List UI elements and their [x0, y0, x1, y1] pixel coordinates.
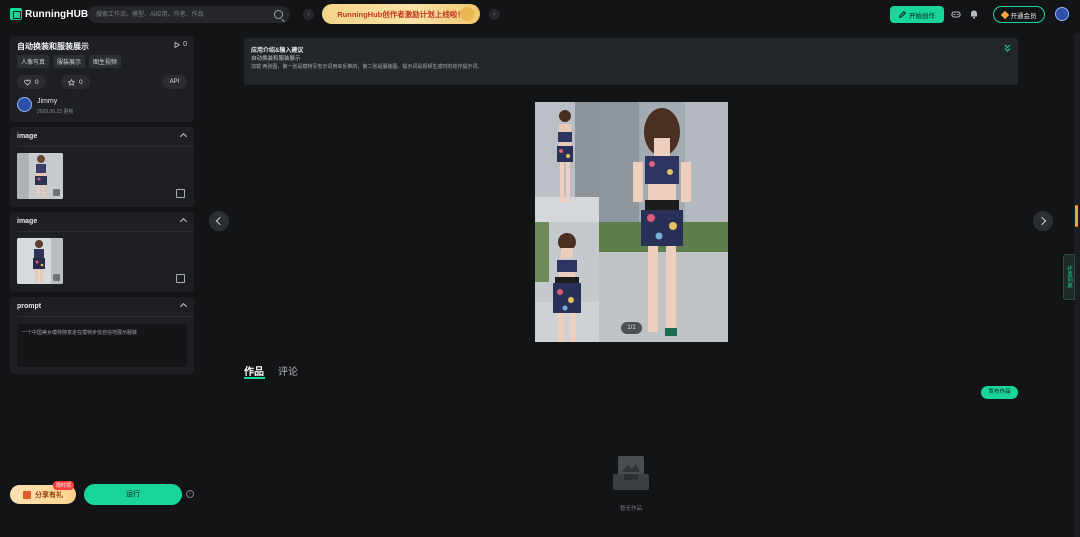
promo-banner-text: RunningHub创作者激励计划上线啦！: [337, 9, 465, 19]
limited-time-badge: 限时领: [53, 481, 75, 490]
tag-list: 人像写真 服装展示 图生视频: [17, 55, 122, 68]
prompt-section: prompt 一个中国美女模特随意走在模特步伐自信地展示服装: [10, 297, 194, 374]
play-count: 0: [174, 41, 187, 48]
app-intro-panel: 应用介绍&输入建议 自动换装和服装展示 加载 两张图，第一张是模特写安示词用来反…: [244, 38, 1018, 85]
like-count: 0: [35, 78, 39, 86]
edit-icon[interactable]: [176, 274, 185, 283]
page-indicator: 1/1: [621, 322, 642, 334]
tag[interactable]: 服装展示: [53, 55, 86, 68]
logo-text: RunningHUB: [25, 8, 89, 20]
edit-icon[interactable]: [176, 189, 185, 198]
preview-collage: [535, 102, 728, 342]
logo[interactable]: RunningHUB: [10, 8, 88, 20]
tab-comments[interactable]: 评论: [278, 363, 298, 378]
section-title: prompt: [17, 303, 42, 310]
top-bar: RunningHUB ‹ RunningHub创作者激励计划上线啦！ › 开始创…: [0, 0, 1080, 29]
author-name[interactable]: Jimmy: [37, 98, 57, 105]
favorite-button[interactable]: 0: [61, 75, 90, 89]
delete-icon[interactable]: [53, 189, 60, 196]
carousel-next-button[interactable]: [1033, 211, 1053, 231]
empty-inbox-icon: [613, 456, 649, 490]
start-create-button[interactable]: 开始创作: [890, 6, 944, 23]
expand-icon[interactable]: [1004, 44, 1011, 53]
diamond-icon: [1000, 10, 1009, 19]
coin-icon: [460, 7, 474, 21]
play-icon: [174, 41, 181, 48]
intro-description: 加载 两张图，第一张是模特写安示词用来反推的，第二张是服装图。提示词是视频生成时…: [251, 64, 483, 70]
empty-state-text: 暂无作品: [619, 506, 642, 512]
chevron-up-icon[interactable]: [179, 302, 188, 311]
publish-work-button[interactable]: 发布作品: [981, 386, 1018, 399]
like-button[interactable]: 0: [17, 75, 46, 89]
search-icon[interactable]: [274, 10, 283, 19]
tab-works[interactable]: 作品: [244, 363, 264, 378]
search-bar: [88, 6, 290, 23]
tag[interactable]: 人像写真: [17, 55, 50, 68]
play-count-value: 0: [183, 41, 187, 48]
divider: [17, 146, 194, 147]
gamepad-icon[interactable]: [951, 9, 961, 19]
api-button[interactable]: API: [162, 75, 187, 89]
search-input[interactable]: [96, 6, 276, 23]
image-input-section: image: [10, 127, 194, 207]
update-date: 2025.06.23 更新: [37, 109, 74, 115]
intro-title: 应用介绍&输入建议: [251, 48, 304, 54]
image-input-section: image: [10, 212, 194, 292]
pen-icon: [899, 11, 906, 18]
start-create-label: 开始创作: [909, 12, 935, 20]
uploaded-image-thumbnail[interactable]: [17, 238, 63, 284]
divider: [17, 316, 194, 317]
chevron-up-icon[interactable]: [179, 132, 188, 141]
bell-icon[interactable]: [969, 9, 979, 19]
promo-banner[interactable]: RunningHub创作者激励计划上线啦！: [322, 4, 480, 24]
divider: [17, 231, 194, 232]
section-title: image: [17, 218, 38, 225]
info-icon[interactable]: i: [186, 490, 194, 498]
app-title: 自动换装和服装展示: [17, 42, 89, 51]
membership-label: 开通会员: [1010, 12, 1037, 20]
app-info-card: 自动换装和服装展示 0 人像写真 服装展示 图生视频 0 0 API Jimmy…: [10, 36, 194, 122]
chevron-up-icon[interactable]: [179, 217, 188, 226]
favorite-count: 0: [79, 78, 83, 86]
delete-icon[interactable]: [53, 274, 60, 281]
active-tab-underline: [244, 377, 265, 379]
gift-icon: [23, 490, 31, 499]
membership-button[interactable]: 开通会员: [993, 6, 1045, 23]
logo-icon: [10, 8, 22, 20]
banner-next-button[interactable]: ›: [489, 9, 500, 20]
author-avatar[interactable]: [17, 97, 32, 112]
intro-subtitle: 自动换装和服装展示: [251, 56, 301, 62]
prompt-textarea[interactable]: 一个中国美女模特随意走在模特步伐自信地展示服装: [17, 324, 187, 367]
result-preview-image[interactable]: [535, 102, 728, 342]
task-list-tab[interactable]: 任务列表: [1063, 254, 1075, 300]
share-reward-label: 分享有礼: [35, 491, 63, 499]
tag[interactable]: 图生视频: [89, 55, 122, 68]
user-avatar[interactable]: [1055, 7, 1069, 21]
section-title: image: [17, 133, 38, 140]
page-scrollbar-thumb[interactable]: [1075, 205, 1078, 227]
heart-icon: [24, 79, 31, 85]
run-button[interactable]: 运行: [84, 484, 182, 505]
uploaded-image-thumbnail[interactable]: [17, 153, 63, 199]
banner-prev-button[interactable]: ‹: [303, 9, 314, 20]
carousel-prev-button[interactable]: [209, 211, 229, 231]
star-icon: [68, 78, 75, 86]
